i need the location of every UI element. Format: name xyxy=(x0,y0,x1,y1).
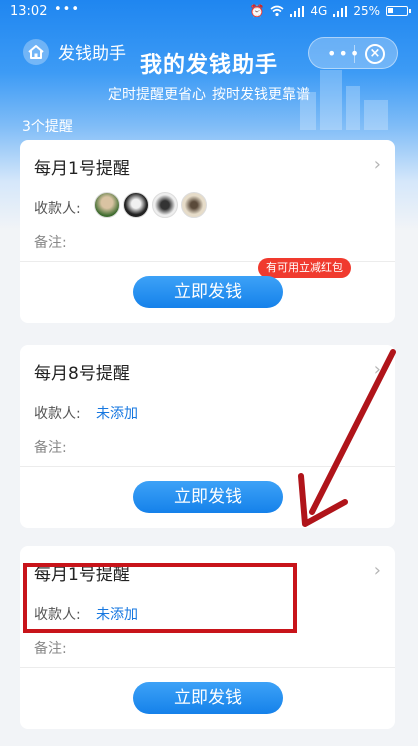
reminder-count: 3个提醒 xyxy=(22,119,73,135)
card-divider xyxy=(20,466,395,467)
payee-avatars xyxy=(94,192,207,218)
subtitle-part-2: 按时发钱更靠谱 xyxy=(212,87,310,103)
send-money-button[interactable]: 立即发钱 xyxy=(133,682,283,714)
chevron-right-icon[interactable]: › xyxy=(374,560,381,581)
avatar xyxy=(94,192,120,218)
signal-icon xyxy=(290,5,305,17)
notification-dots: ••• xyxy=(54,2,81,17)
payee-label: 收款人: xyxy=(34,406,81,422)
payee-label: 收款人: xyxy=(34,201,81,217)
card-divider xyxy=(20,667,395,668)
note-label: 备注: xyxy=(34,641,67,657)
page-subtitle: 定时提醒更省心 按时发钱更靠谱 xyxy=(0,84,418,104)
avatar xyxy=(152,192,178,218)
send-money-button[interactable]: 立即发钱 xyxy=(133,276,283,308)
avatar xyxy=(123,192,149,218)
network-type: 4G xyxy=(310,4,328,18)
reminder-card[interactable]: 每月1号提醒 › 收款人: 备注: 有可用立减红包 立即发钱 xyxy=(20,140,395,323)
battery-icon xyxy=(386,6,411,16)
promo-badge: 有可用立减红包 xyxy=(258,258,351,278)
chevron-right-icon[interactable]: › xyxy=(374,154,381,175)
annotation-highlight-box xyxy=(23,563,297,633)
status-right: ⏰ 4G 25% xyxy=(249,4,411,18)
note-label: 备注: xyxy=(34,235,67,251)
status-time: 13:02 xyxy=(10,4,48,19)
status-bar: 13:02 ••• ⏰ 4G 25% xyxy=(0,0,418,24)
subtitle-part-1: 定时提醒更省心 xyxy=(108,87,206,103)
payee-value[interactable]: 未添加 xyxy=(96,403,138,423)
signal-icon-2 xyxy=(333,5,348,17)
reminder-title: 每月8号提醒 xyxy=(34,364,130,384)
reminder-title: 每月1号提醒 xyxy=(34,159,130,179)
alarm-icon: ⏰ xyxy=(249,4,265,18)
reminder-card[interactable]: 每月8号提醒 › 收款人: 未添加 备注: 立即发钱 xyxy=(20,345,395,528)
page-title: 我的发钱助手 xyxy=(139,53,278,78)
avatar xyxy=(181,192,207,218)
wifi-icon xyxy=(270,5,284,17)
battery-percent: 25% xyxy=(353,4,380,18)
chevron-right-icon[interactable]: › xyxy=(374,359,381,380)
note-label: 备注: xyxy=(34,440,67,456)
send-money-button[interactable]: 立即发钱 xyxy=(133,481,283,513)
